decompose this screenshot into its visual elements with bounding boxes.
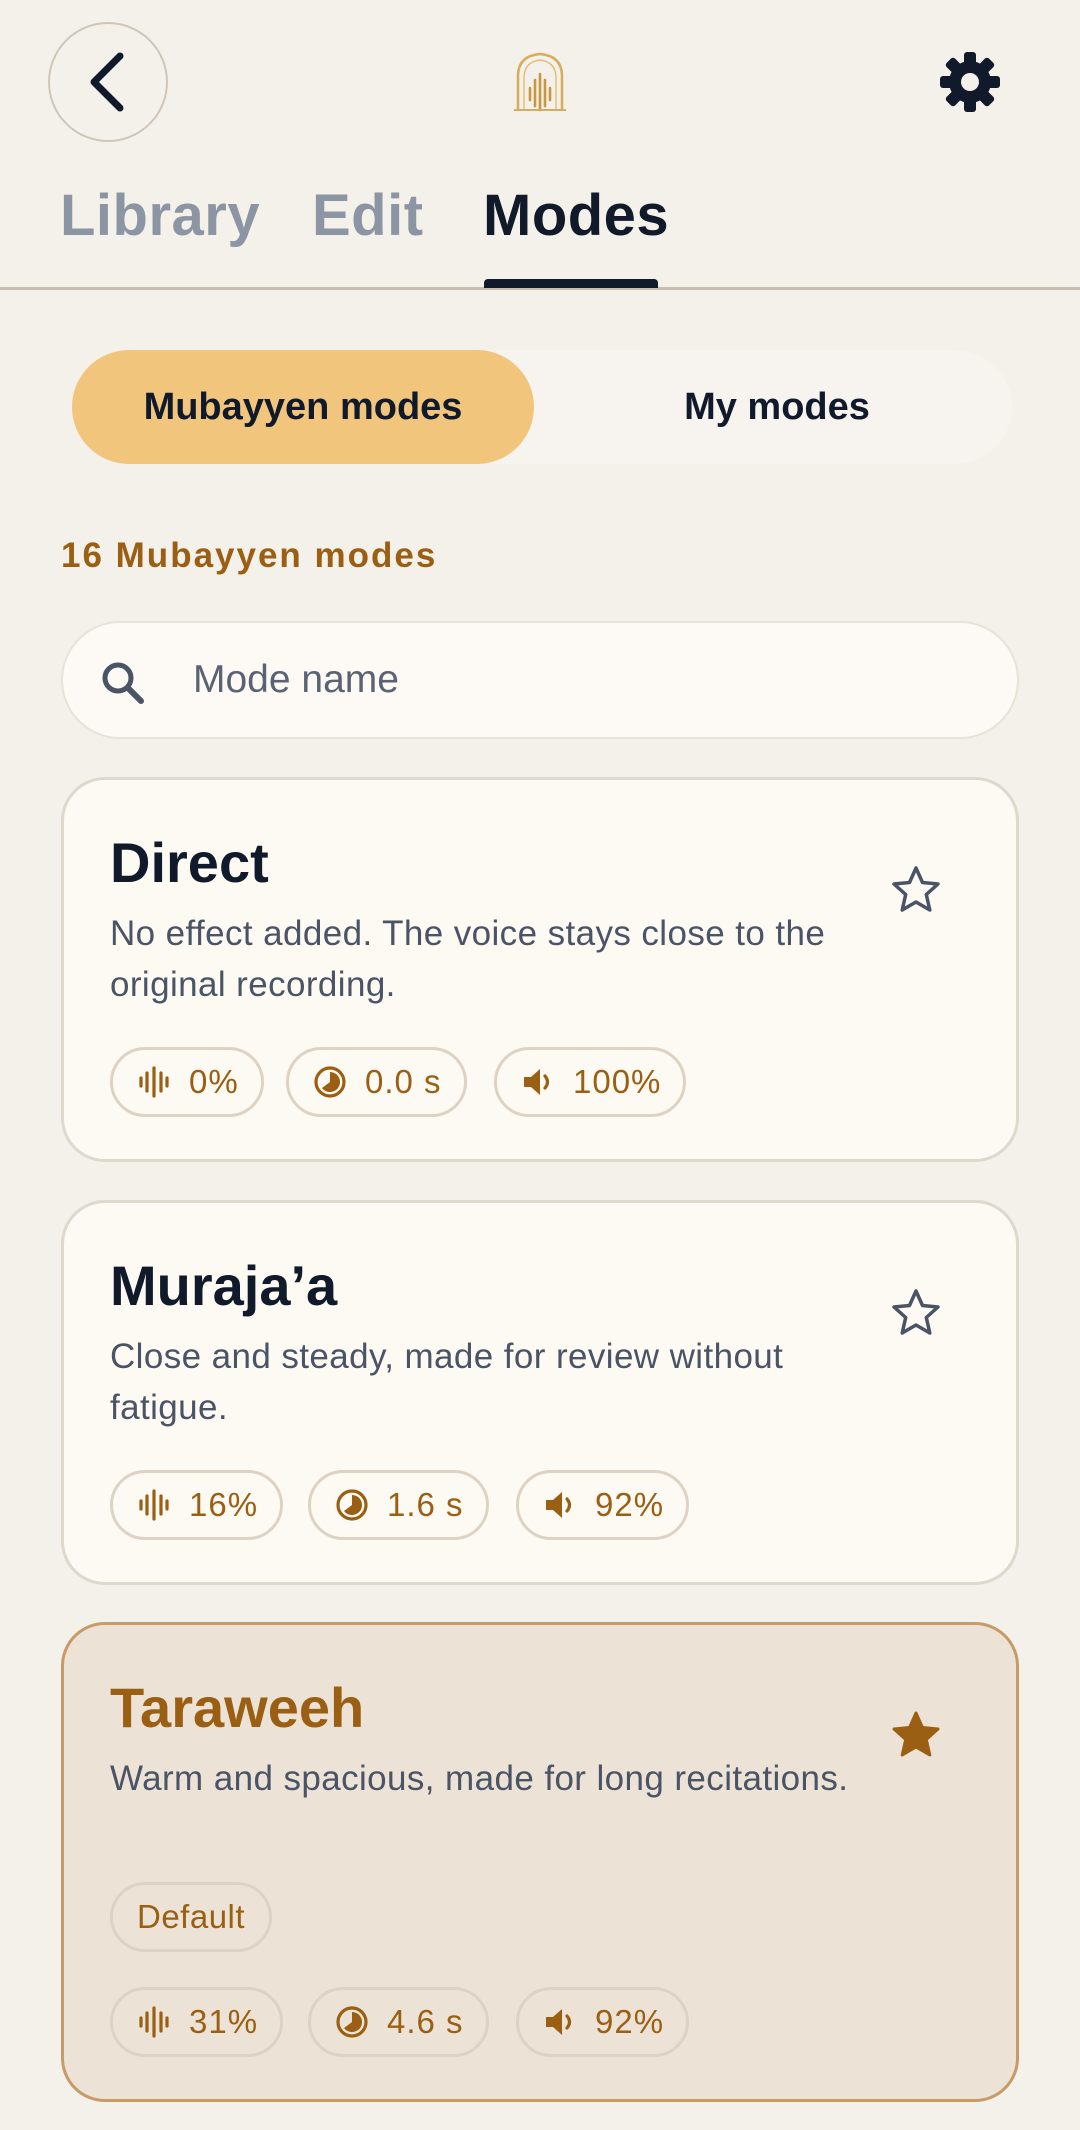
timer-icon <box>314 1066 346 1098</box>
timer-icon <box>336 2006 368 2038</box>
decay-chip: 4.6 s <box>308 1987 489 2057</box>
reverb-chip: 16% <box>110 1470 284 1540</box>
reverb-value: 16% <box>189 1486 259 1523</box>
mode-card[interactable]: Direct No effect added. The voice stays … <box>61 777 1019 1162</box>
timer-icon <box>336 1489 368 1521</box>
speaker-icon <box>524 1069 550 1095</box>
modes-segmented-control: Mubayyen modes My modes <box>72 350 1012 464</box>
mode-description: Close and steady, made for review withou… <box>110 1337 784 1427</box>
decay-value: 0.0 s <box>365 1063 442 1100</box>
speaker-icon <box>546 2009 572 2035</box>
volume-value: 100% <box>573 1063 662 1100</box>
tab-library[interactable]: Library <box>60 182 260 249</box>
mode-card[interactable]: Muraja’a Close and steady, made for revi… <box>61 1200 1019 1585</box>
decay-chip: 0.0 s <box>286 1047 467 1117</box>
search-input[interactable] <box>193 623 973 737</box>
volume-value: 92% <box>595 2003 665 2040</box>
top-bar <box>0 0 1080 170</box>
segment-mubayyen-modes[interactable]: Mubayyen modes <box>72 350 534 464</box>
volume-chip: 92% <box>516 1987 690 2057</box>
chevron-left-icon <box>90 52 124 112</box>
active-tab-indicator <box>484 279 658 288</box>
back-button[interactable] <box>48 22 168 142</box>
mode-description: Warm and spacious, made for long recitat… <box>110 1759 849 1798</box>
star-icon[interactable] <box>890 864 942 916</box>
waveform-icon <box>139 1066 169 1098</box>
search-bar[interactable] <box>61 621 1019 739</box>
decay-chip: 1.6 s <box>308 1470 489 1540</box>
waveform-icon <box>139 2006 169 2038</box>
mode-name: Muraja’a <box>110 1254 338 1317</box>
reverb-value: 31% <box>189 2003 259 2040</box>
decay-value: 1.6 s <box>387 1486 464 1523</box>
volume-value: 92% <box>595 1486 665 1523</box>
star-filled-icon[interactable] <box>890 1709 942 1761</box>
modes-count: 16 Mubayyen modes <box>61 536 438 575</box>
reverb-chip: 0% <box>110 1047 264 1117</box>
waveform-icon <box>139 1489 169 1521</box>
tab-modes[interactable]: Modes <box>483 182 669 249</box>
reverb-chip: 31% <box>110 1987 284 2057</box>
mode-description: No effect added. The voice stays close t… <box>110 914 826 1004</box>
gear-icon[interactable] <box>938 50 1002 114</box>
search-icon <box>102 662 144 704</box>
tab-bar: Library Edit Modes <box>0 170 1080 290</box>
mode-name: Taraweeh <box>110 1676 365 1739</box>
speaker-icon <box>546 1492 572 1518</box>
star-icon[interactable] <box>890 1287 942 1339</box>
mode-card-selected[interactable]: Taraweeh Warm and spacious, made for lon… <box>61 1622 1019 2102</box>
reverb-value: 0% <box>189 1063 239 1100</box>
volume-chip: 92% <box>516 1470 690 1540</box>
arch-waveform-logo <box>514 52 566 112</box>
segment-my-modes[interactable]: My modes <box>542 350 1012 464</box>
default-badge: Default <box>110 1882 273 1952</box>
mode-name: Direct <box>110 831 269 894</box>
decay-value: 4.6 s <box>387 2003 464 2040</box>
tab-edit[interactable]: Edit <box>312 182 424 249</box>
volume-chip: 100% <box>494 1047 687 1117</box>
